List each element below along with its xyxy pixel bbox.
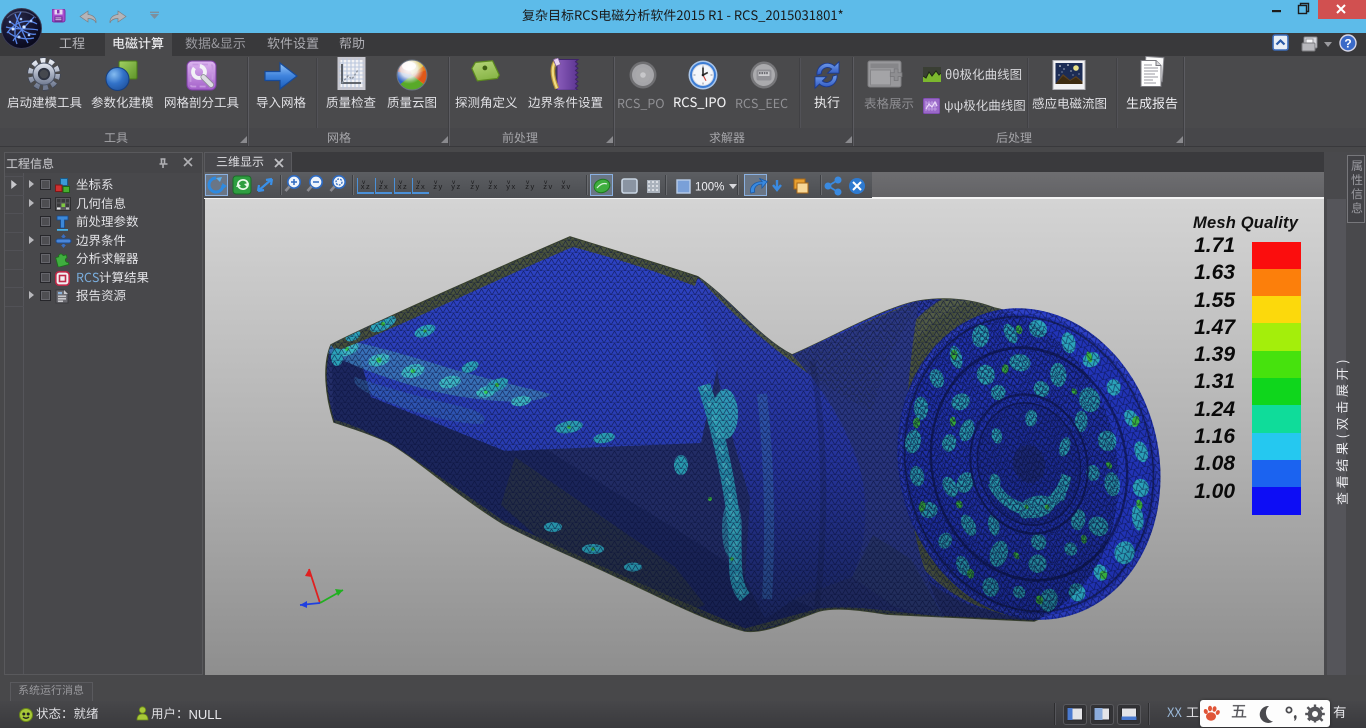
svg-text:100%: 100% — [695, 182, 724, 194]
svg-text:?: ? — [1344, 37, 1351, 51]
